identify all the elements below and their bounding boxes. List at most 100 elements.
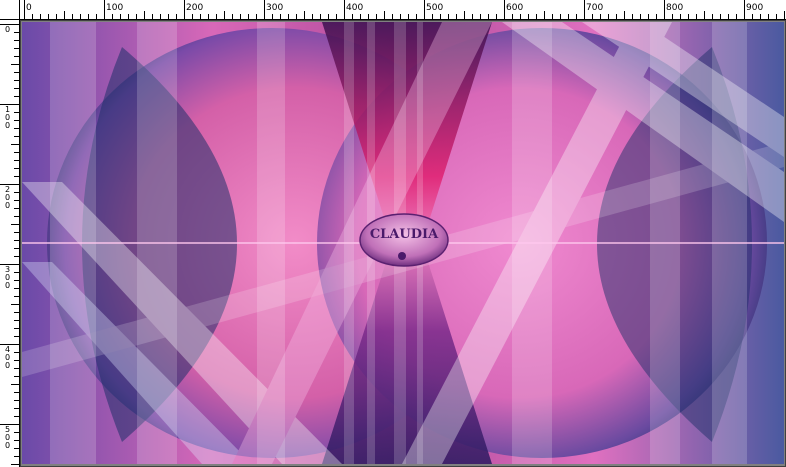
ruler-tick: [14, 312, 19, 313]
ruler-tick: [728, 14, 729, 19]
ruler-tick: [32, 14, 33, 19]
ruler-tick: [528, 14, 529, 19]
ruler-tick: [736, 14, 737, 19]
ruler-label: 300: [4, 265, 11, 290]
ruler-tick: [56, 14, 57, 19]
ruler-tick: [624, 11, 625, 19]
ruler-tick: [14, 400, 19, 401]
ruler-tick: [256, 14, 257, 19]
ruler-tick: [14, 280, 19, 281]
ruler-tick: [336, 14, 337, 19]
watermark-symbol: [398, 252, 406, 260]
ruler-tick: [14, 360, 19, 361]
ruler-tick: [464, 11, 465, 19]
ruler-label: 300: [266, 3, 284, 13]
ruler-tick: [24, 0, 25, 19]
ruler-tick: [14, 256, 19, 257]
ruler-tick: [456, 14, 457, 19]
ruler-tick: [14, 440, 19, 441]
ruler-tick: [424, 0, 425, 19]
ruler-tick: [14, 128, 19, 129]
ruler-corner: [0, 0, 20, 20]
ruler-tick: [520, 14, 521, 19]
canvas-frame: CLAUDIA: [20, 20, 786, 467]
ruler-tick: [768, 14, 769, 19]
ruler-tick: [14, 120, 19, 121]
ruler-tick: [312, 14, 313, 19]
ruler-tick: [360, 14, 361, 19]
ruler-label: 700: [586, 3, 604, 13]
editor-window: 0 100 200 300 400 500 600 700 800 900 0 100 200 300 4…: [0, 0, 786, 467]
ruler-tick: [632, 14, 633, 19]
ruler-tick: [128, 14, 129, 19]
ruler-tick: [384, 11, 385, 19]
ruler-tick: [496, 14, 497, 19]
ruler-tick: [14, 328, 19, 329]
ruler-label: 900: [746, 3, 764, 13]
ruler-tick: [14, 80, 19, 81]
ruler-tick: [224, 11, 225, 19]
ruler-tick: [144, 11, 145, 19]
ruler-tick: [488, 14, 489, 19]
ruler-tick: [784, 11, 785, 19]
ruler-tick: [14, 192, 19, 193]
ruler-tick: [296, 14, 297, 19]
ruler-tick: [120, 14, 121, 19]
ruler-tick: [504, 0, 505, 19]
ruler-tick: [14, 56, 19, 57]
ruler-tick: [88, 14, 89, 19]
ruler-label: 100: [4, 105, 11, 130]
ruler-tick: [240, 14, 241, 19]
ruler-tick: [14, 72, 19, 73]
ruler-tick: [368, 14, 369, 19]
ruler-tick: [184, 0, 185, 19]
ruler-label: 0: [26, 3, 32, 13]
ruler-tick: [14, 392, 19, 393]
ruler-tick: [14, 232, 19, 233]
ruler-tick: [14, 272, 19, 273]
horizontal-ruler[interactable]: 0 100 200 300 400 500 600 700 800 900: [20, 0, 786, 20]
ruler-tick: [64, 11, 65, 19]
ruler-tick: [11, 64, 19, 65]
ruler-tick: [560, 14, 561, 19]
ruler-tick: [192, 14, 193, 19]
ruler-tick: [288, 14, 289, 19]
ruler-tick: [760, 14, 761, 19]
ruler-tick: [480, 14, 481, 19]
vertical-ruler[interactable]: 0 100 200 300 400 500: [0, 20, 20, 467]
ruler-tick: [14, 176, 19, 177]
ruler-tick: [14, 376, 19, 377]
ruler-tick: [408, 14, 409, 19]
ruler-tick: [544, 11, 545, 19]
ruler-tick: [392, 14, 393, 19]
ruler-label: 400: [346, 3, 364, 13]
ruler-tick: [280, 14, 281, 19]
ruler-tick: [376, 14, 377, 19]
ruler-tick: [512, 14, 513, 19]
ruler-tick: [664, 0, 665, 19]
ruler-tick: [11, 144, 19, 145]
watermark-badge: CLAUDIA: [359, 213, 449, 267]
ruler-tick: [200, 14, 201, 19]
ruler-tick: [672, 14, 673, 19]
ruler-tick: [776, 14, 777, 19]
ruler-tick: [576, 14, 577, 19]
ruler-tick: [11, 304, 19, 305]
ruler-tick: [96, 14, 97, 19]
ruler-tick: [14, 136, 19, 137]
ruler-tick: [14, 336, 19, 337]
image-canvas[interactable]: CLAUDIA: [22, 22, 784, 464]
ruler-tick: [11, 464, 19, 465]
ruler-tick: [648, 14, 649, 19]
ruler-tick: [14, 48, 19, 49]
ruler-tick: [608, 14, 609, 19]
ruler-tick: [104, 0, 105, 19]
ruler-tick: [160, 14, 161, 19]
ruler-tick: [720, 14, 721, 19]
ruler-tick: [640, 14, 641, 19]
ruler-tick: [448, 14, 449, 19]
ruler-tick: [11, 224, 19, 225]
ruler-tick: [712, 14, 713, 19]
ruler-label: 500: [426, 3, 444, 13]
ruler-tick: [552, 14, 553, 19]
